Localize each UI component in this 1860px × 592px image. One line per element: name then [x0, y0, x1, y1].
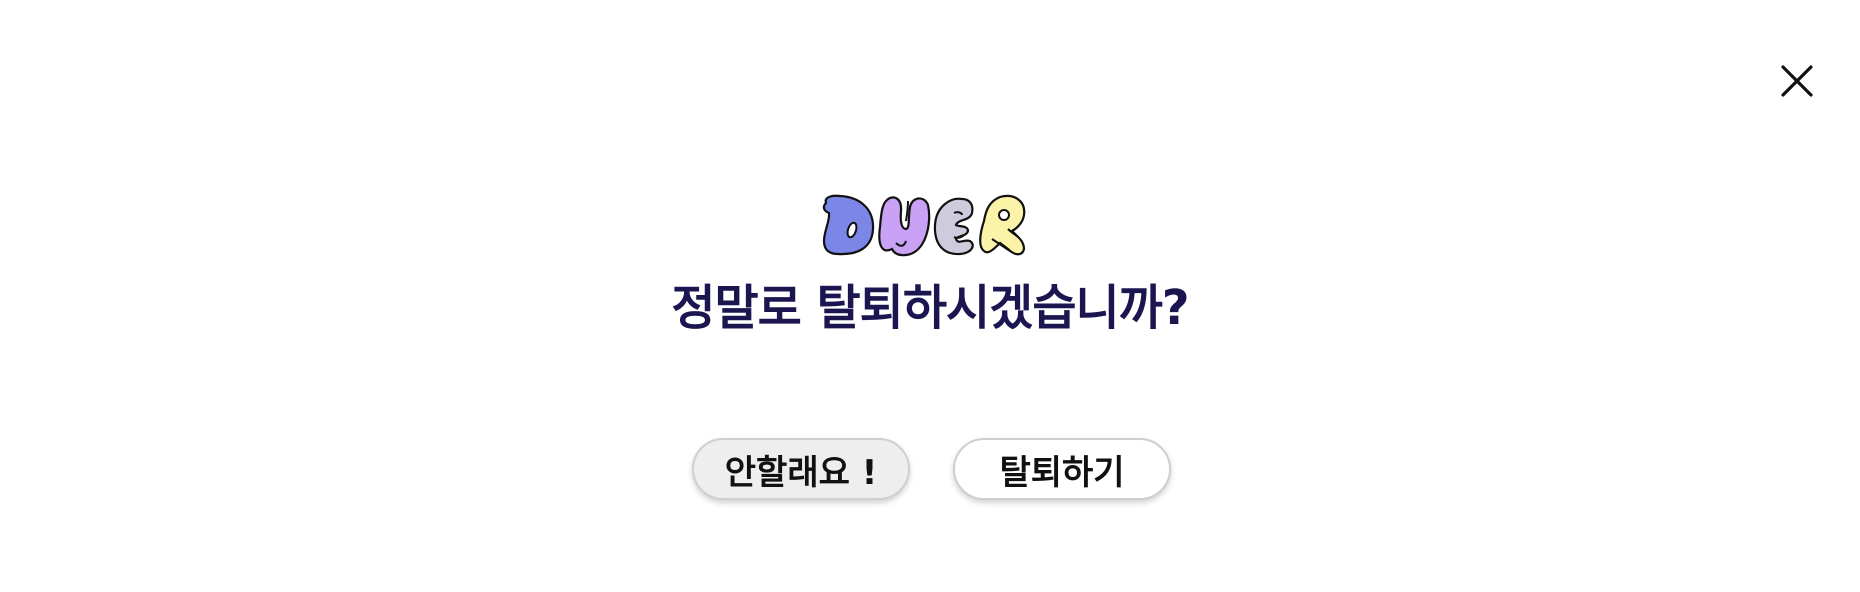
close-icon	[1781, 65, 1813, 97]
logo-letter-u	[878, 196, 931, 257]
withdraw-confirm-dialog: 정말로 탈퇴하시겠습니까? 안할래요 ! 탈퇴하기	[0, 0, 1860, 592]
logo-letter-e	[933, 197, 974, 256]
dialog-title: 정말로 탈퇴하시겠습니까?	[671, 280, 1189, 336]
withdraw-button[interactable]: 탈퇴하기	[953, 438, 1171, 500]
duer-logo	[822, 194, 1026, 257]
logo-letter-d	[822, 194, 875, 256]
close-button[interactable]	[1779, 63, 1815, 99]
cancel-button[interactable]: 안할래요 !	[692, 438, 910, 500]
